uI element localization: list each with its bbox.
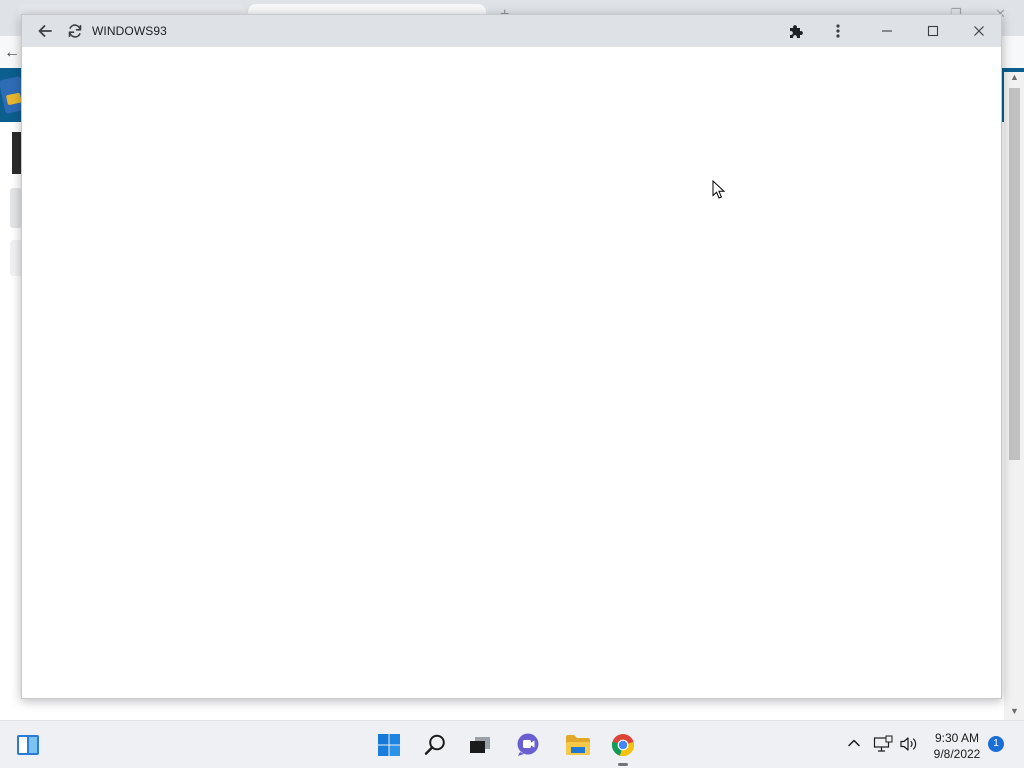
app-window: WINDOWS93 — [21, 14, 1002, 699]
app-content-area[interactable] — [22, 47, 1001, 698]
background-back-icon[interactable]: ← — [4, 44, 20, 62]
volume-button[interactable] — [899, 735, 919, 758]
network-icon — [873, 735, 893, 752]
maximize-icon — [927, 25, 939, 37]
minimize-icon — [882, 30, 892, 32]
app-title: WINDOWS93 — [92, 24, 167, 38]
close-icon — [974, 26, 984, 36]
scroll-up-icon[interactable]: ▲ — [1010, 72, 1019, 82]
task-view-button[interactable] — [466, 731, 494, 759]
kebab-menu-icon — [836, 24, 840, 38]
taskbar: 9:30 AM 9/8/2022 — [0, 720, 1024, 768]
arrow-left-icon — [38, 25, 52, 37]
widgets-icon — [17, 735, 39, 755]
chrome-icon — [611, 734, 635, 757]
puzzle-piece-icon — [790, 25, 803, 38]
search-button[interactable] — [421, 731, 449, 759]
clock[interactable]: 9:30 AM 9/8/2022 — [924, 730, 990, 762]
start-button[interactable] — [375, 731, 403, 759]
running-indicator — [618, 763, 628, 766]
file-explorer-button[interactable] — [564, 731, 592, 759]
extensions-button[interactable] — [782, 15, 810, 47]
scrollbar-thumb[interactable] — [1009, 88, 1020, 460]
maximize-button[interactable] — [918, 15, 948, 47]
teams-chat-icon — [517, 733, 539, 756]
minimize-button[interactable] — [872, 15, 902, 47]
clock-time: 9:30 AM — [934, 731, 980, 745]
menu-button[interactable] — [826, 15, 850, 47]
show-hidden-icons-button[interactable] — [846, 735, 862, 756]
widgets-button[interactable] — [14, 731, 42, 759]
search-icon — [424, 734, 445, 755]
network-button[interactable] — [873, 735, 893, 758]
scroll-down-icon[interactable]: ▼ — [1010, 706, 1019, 716]
chrome-button[interactable] — [609, 731, 637, 759]
chevron-up-icon — [848, 739, 860, 747]
reload-button[interactable] — [62, 15, 88, 47]
close-button[interactable] — [964, 15, 994, 47]
reload-icon — [68, 24, 82, 38]
clock-date: 9/8/2022 — [933, 747, 981, 761]
speaker-icon — [900, 737, 917, 751]
task-view-icon — [470, 737, 490, 753]
chat-button[interactable] — [514, 731, 542, 759]
app-titlebar[interactable]: WINDOWS93 — [22, 15, 1001, 47]
windows-start-icon — [378, 734, 400, 756]
notification-badge[interactable]: 1 — [988, 736, 1004, 752]
mouse-cursor-icon — [712, 180, 726, 199]
back-button[interactable] — [32, 15, 58, 47]
folder-icon — [566, 735, 590, 755]
